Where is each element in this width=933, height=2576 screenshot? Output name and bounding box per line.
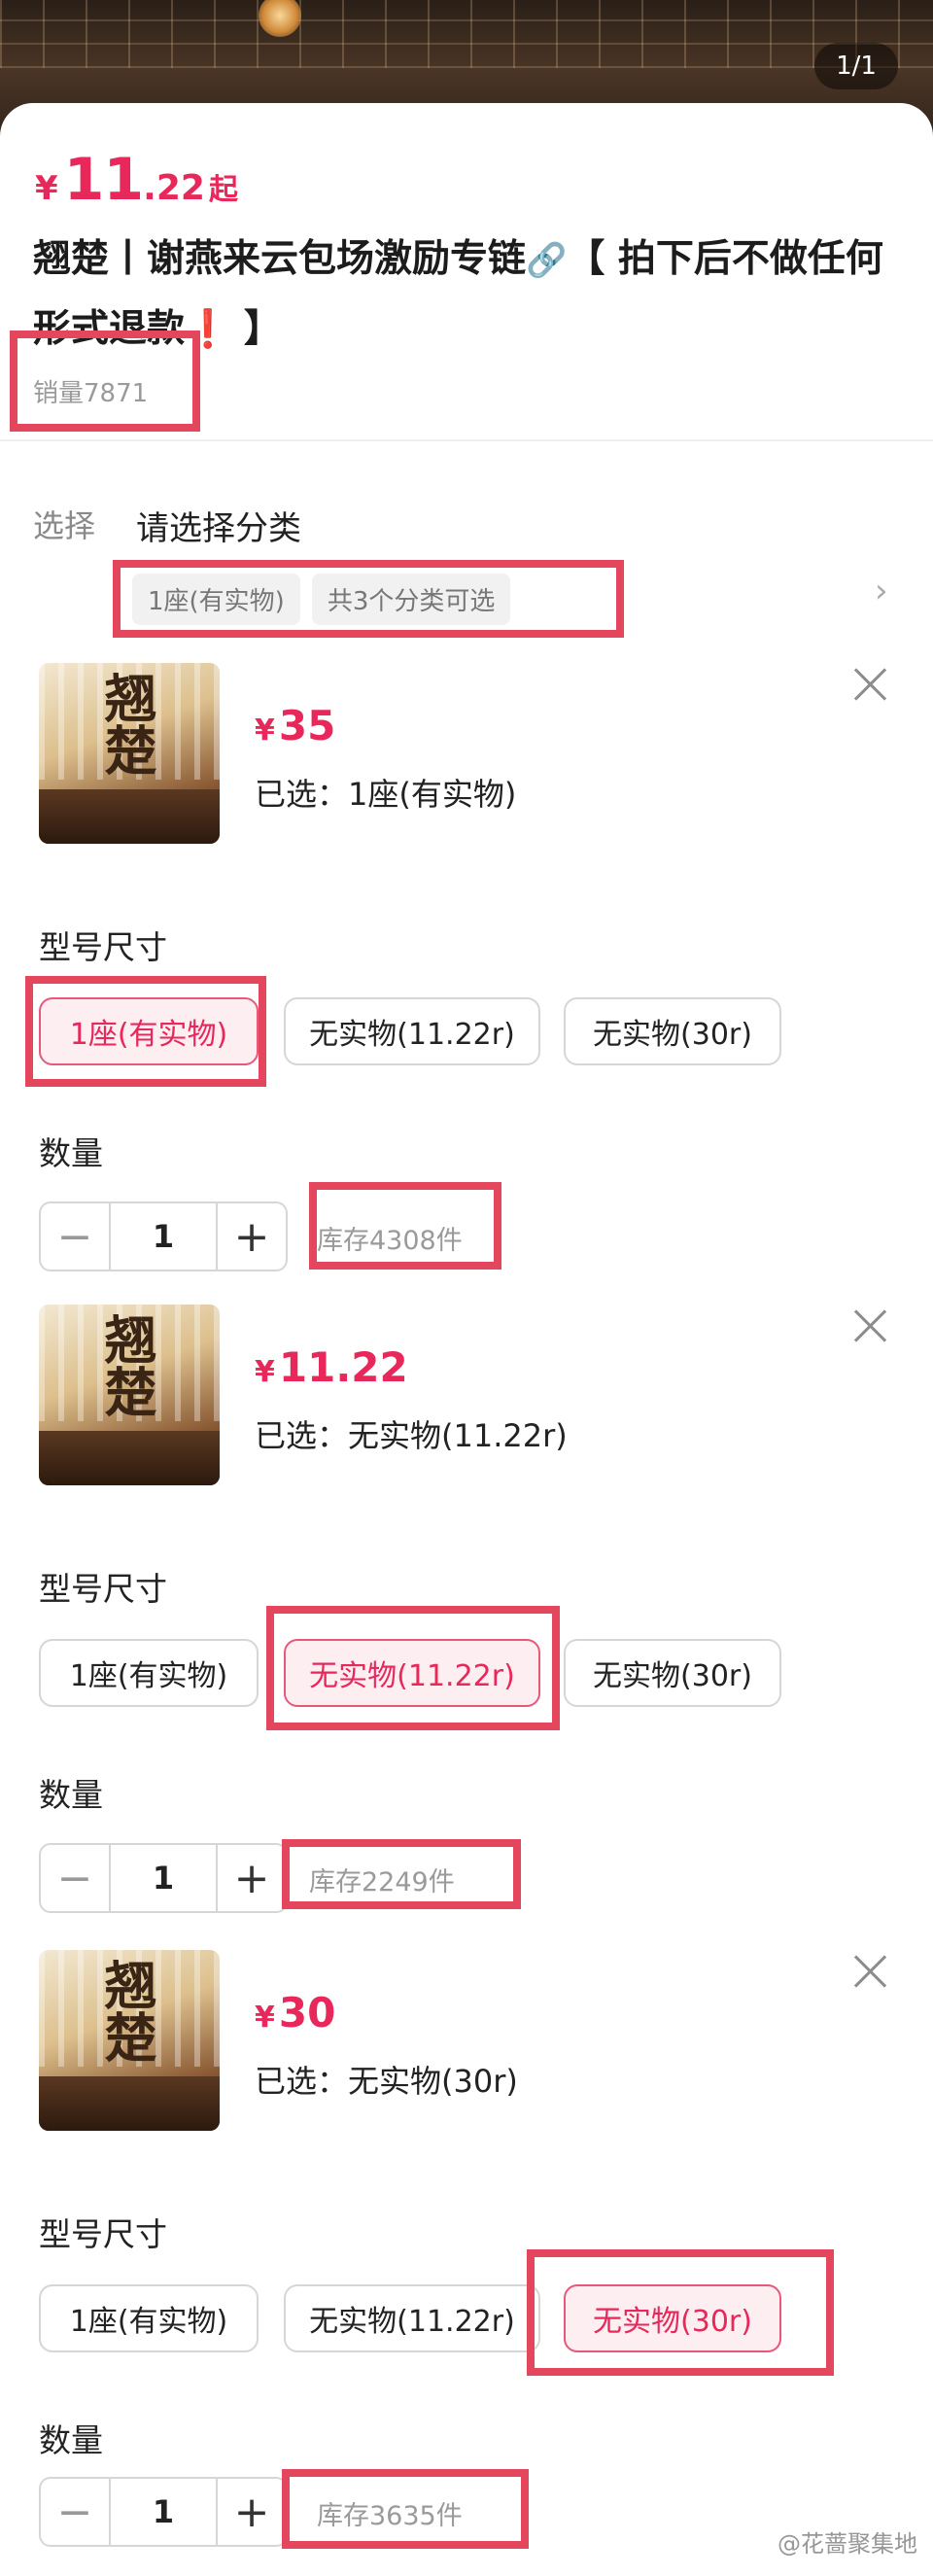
photo-lattice — [0, 0, 933, 68]
sku-thumbnail: 翘楚 — [39, 1305, 220, 1485]
size-section-label: 型号尺寸 — [39, 1570, 167, 1608]
minus-icon[interactable]: − — [41, 1203, 109, 1270]
title-part-1: 翘楚丨谢燕来云包场激励专链 — [33, 237, 527, 281]
sku-price: ¥11.22 — [255, 1343, 408, 1391]
divider — [0, 439, 933, 441]
sku-selected-text: 已选：1座(有实物) — [255, 776, 517, 813]
highlight-box-sales — [10, 331, 200, 432]
sku-selected-text: 已选：无实物(11.22r) — [255, 1417, 568, 1454]
quantity-stepper: − 1 + — [39, 1201, 288, 1271]
sku-price: ¥35 — [255, 702, 336, 749]
close-icon[interactable] — [851, 665, 890, 704]
price-integer: 11 — [63, 146, 144, 214]
highlight-box-chips — [113, 560, 624, 638]
selection-label: 选择 — [33, 507, 96, 544]
quantity-label: 数量 — [39, 1134, 103, 1172]
plus-icon[interactable]: + — [218, 2479, 286, 2545]
sku-panel: 翘楚 ¥11.22 已选：无实物(11.22r) 型号尺寸 1座(有实物) 无实… — [0, 1287, 933, 1929]
option-no-item-1122[interactable]: 无实物(11.22r) — [284, 2284, 540, 2352]
option-no-item-30[interactable]: 无实物(30r) — [564, 997, 781, 1065]
sku-selected-text: 已选：无实物(30r) — [255, 2063, 518, 2100]
close-icon[interactable] — [851, 1952, 890, 1991]
quantity-value[interactable]: 1 — [109, 2479, 218, 2545]
quantity-label: 数量 — [39, 1776, 103, 1814]
plus-icon[interactable]: + — [218, 1845, 286, 1911]
quantity-stepper: − 1 + — [39, 2477, 288, 2547]
quantity-label: 数量 — [39, 2421, 103, 2459]
highlight-box-stock — [282, 1839, 521, 1909]
plus-icon[interactable]: + — [218, 1203, 286, 1270]
option-no-item-30[interactable]: 无实物(30r) — [564, 1639, 781, 1707]
quantity-value[interactable]: 1 — [109, 1845, 218, 1911]
title-part-3: 】 — [230, 307, 282, 351]
highlight-box-stock — [282, 2469, 529, 2549]
minus-icon[interactable]: − — [41, 1845, 109, 1911]
chevron-right-icon[interactable]: › — [875, 572, 888, 610]
quantity-value[interactable]: 1 — [109, 1203, 218, 1270]
selection-value: 请选择分类 — [136, 509, 301, 548]
option-no-item-1122[interactable]: 无实物(11.22r) — [284, 997, 540, 1065]
size-section-label: 型号尺寸 — [39, 928, 167, 966]
option-1-seat[interactable]: 1座(有实物) — [39, 2284, 259, 2352]
highlight-box-option — [527, 2249, 834, 2376]
product-price: ¥ 11 .22 起 — [35, 146, 238, 214]
watermark: @花蔷聚集地 — [778, 2530, 917, 2558]
sku-thumbnail: 翘楚 — [39, 663, 220, 844]
price-currency: ¥ — [35, 169, 58, 208]
sku-panel: 翘楚 ¥35 已选：1座(有实物) 型号尺寸 1座(有实物) 无实物(11.22… — [0, 645, 933, 1287]
sku-panel: 翘楚 ¥30 已选：无实物(30r) 型号尺寸 1座(有实物) 无实物(11.2… — [0, 1932, 933, 2574]
quantity-stepper: − 1 + — [39, 1843, 288, 1913]
link-icon: 🔗 — [526, 241, 568, 280]
highlight-box-stock — [309, 1182, 501, 1270]
sku-thumbnail: 翘楚 — [39, 1950, 220, 2131]
close-icon[interactable] — [851, 1306, 890, 1345]
option-1-seat[interactable]: 1座(有实物) — [39, 1639, 259, 1707]
minus-icon[interactable]: − — [41, 2479, 109, 2545]
highlight-box-option — [25, 976, 266, 1087]
highlight-box-option — [266, 1606, 560, 1730]
size-section-label: 型号尺寸 — [39, 2215, 167, 2253]
image-page-counter: 1/1 — [814, 43, 898, 89]
sku-price: ¥30 — [255, 1989, 336, 2036]
price-suffix: 起 — [208, 173, 238, 207]
price-decimal: .22 — [143, 168, 205, 208]
